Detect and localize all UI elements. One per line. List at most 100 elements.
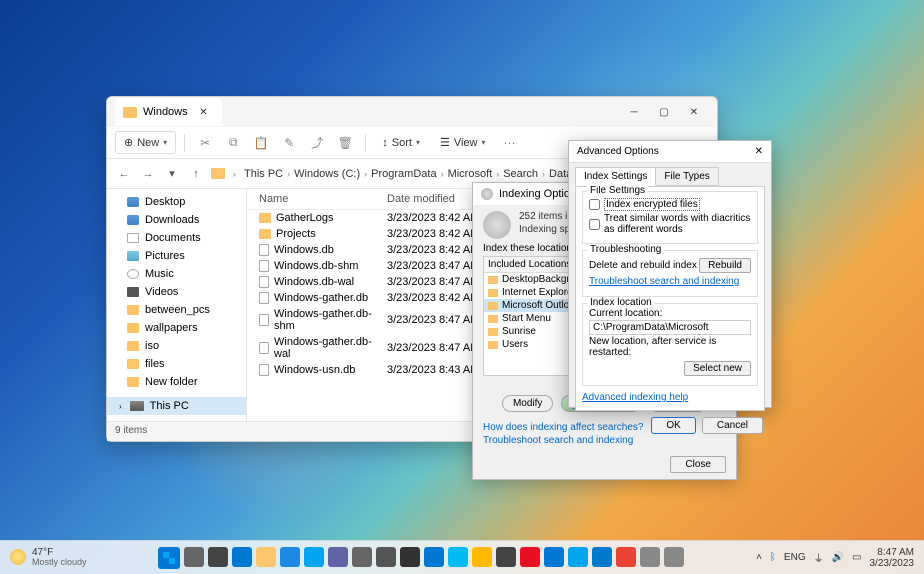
taskbar-store-icon[interactable] <box>304 547 324 567</box>
close-tab-button[interactable]: ✕ <box>194 102 214 122</box>
folder-icon <box>127 341 139 351</box>
close-button[interactable]: ✕ <box>679 102 709 122</box>
tab-file-types[interactable]: File Types <box>655 167 718 186</box>
taskbar-start-icon[interactable] <box>158 547 180 569</box>
tab-index-settings[interactable]: Index Settings <box>575 167 656 186</box>
up-button[interactable]: ↑ <box>187 165 205 183</box>
folder-icon <box>488 302 498 310</box>
troubleshooting-group: Troubleshooting Delete and rebuild index… <box>582 250 758 297</box>
sidebar-item-between-pcs[interactable]: between_pcs <box>107 301 246 319</box>
file-icon <box>259 276 269 288</box>
forward-button[interactable]: → <box>139 165 157 183</box>
weather-icon <box>10 549 26 565</box>
back-button[interactable]: ← <box>115 165 133 183</box>
sidebar-item-downloads[interactable]: Downloads <box>107 211 246 229</box>
cancel-button[interactable]: Cancel <box>702 417 763 434</box>
file-icon <box>259 314 269 326</box>
folder-icon <box>127 233 139 243</box>
index-location-group: Index location Current location: C:\Prog… <box>582 303 758 386</box>
rename-icon[interactable]: ✎ <box>281 135 297 151</box>
taskbar-edge-icon[interactable] <box>280 547 300 567</box>
sidebar-item-this-pc[interactable]: ›This PC <box>107 397 246 415</box>
battery-icon[interactable]: ▭ <box>852 552 861 563</box>
share-icon[interactable]: ⤴ <box>309 135 325 151</box>
sidebar-item-wallpapers[interactable]: wallpapers <box>107 319 246 337</box>
sort-button[interactable]: ↕ Sort ▾ <box>374 133 428 153</box>
view-button[interactable]: ☰ View ▾ <box>432 132 494 153</box>
system-tray[interactable]: ˄ ᛒ ENG ⏚ 🔊 ▭ 8:47 AM 3/23/2023 <box>746 547 924 569</box>
modify-button[interactable]: Modify <box>502 395 553 412</box>
ok-button[interactable]: OK <box>651 417 695 434</box>
delete-icon[interactable]: 🗑 <box>337 135 353 151</box>
sidebar-item-documents[interactable]: Documents <box>107 229 246 247</box>
sidebar-item-iso[interactable]: iso <box>107 337 246 355</box>
close-icon[interactable]: ✕ <box>755 146 763 157</box>
index-encrypted-checkbox[interactable] <box>589 199 600 210</box>
taskbar-terminal-icon[interactable] <box>400 547 420 567</box>
recent-button[interactable]: ▾ <box>163 165 181 183</box>
advanced-titlebar[interactable]: Advanced Options ✕ <box>569 141 771 163</box>
taskbar-chrome-icon[interactable] <box>616 547 636 567</box>
folder-icon <box>488 289 498 297</box>
taskbar-settings-icon[interactable] <box>352 547 372 567</box>
current-location-field: C:\ProgramData\Microsoft <box>589 320 751 335</box>
taskbar-app2-icon[interactable] <box>664 547 684 567</box>
taskbar-mail-icon[interactable] <box>424 547 444 567</box>
sidebar-item-files[interactable]: files <box>107 355 246 373</box>
taskbar-tasks-icon[interactable] <box>208 547 228 567</box>
sidebar-item-pictures[interactable]: Pictures <box>107 247 246 265</box>
taskbar-app1-icon[interactable] <box>640 547 660 567</box>
taskbar-search-icon[interactable] <box>184 547 204 567</box>
crumb-programdata[interactable]: ProgramData <box>371 168 436 180</box>
taskbar-teams-icon[interactable] <box>328 547 348 567</box>
explorer-tab[interactable]: Windows ✕ <box>115 98 222 126</box>
search-icon <box>481 188 493 200</box>
troubleshoot-search-link[interactable]: Troubleshoot search and indexing <box>589 276 751 287</box>
clock[interactable]: 8:47 AM 3/23/2023 <box>870 547 915 569</box>
crumb-windows--c--[interactable]: Windows (C:) <box>294 168 360 180</box>
explorer-titlebar[interactable]: Windows ✕ ─ ▢ ✕ <box>107 97 717 127</box>
folder-icon <box>127 269 139 279</box>
maximize-button[interactable]: ▢ <box>649 102 679 122</box>
taskbar-snip-icon[interactable] <box>520 547 540 567</box>
taskbar-calc-icon[interactable] <box>376 547 396 567</box>
language-indicator[interactable]: ENG <box>784 552 806 563</box>
taskbar-vscode-icon[interactable] <box>592 547 612 567</box>
wifi-icon[interactable]: ⏚ <box>814 550 824 565</box>
taskbar-photos-icon[interactable] <box>448 547 468 567</box>
folder-icon <box>488 276 498 284</box>
folder-icon <box>127 287 139 297</box>
sidebar-item-music[interactable]: Music <box>107 265 246 283</box>
crumb-this-pc[interactable]: This PC <box>244 168 283 180</box>
crumb-microsoft[interactable]: Microsoft <box>448 168 493 180</box>
sidebar-item-desktop[interactable]: Desktop <box>107 193 246 211</box>
minimize-button[interactable]: ─ <box>619 102 649 122</box>
taskbar-explorer-icon[interactable] <box>256 547 276 567</box>
folder-icon <box>127 197 139 207</box>
sidebar-item-new-folder[interactable]: New folder <box>107 373 246 391</box>
folder-icon <box>127 323 139 333</box>
taskbar-paint-icon[interactable] <box>544 547 564 567</box>
taskbar-clock-icon[interactable] <box>496 547 516 567</box>
crumb-search[interactable]: Search <box>503 168 538 180</box>
diacritics-checkbox[interactable] <box>589 219 600 230</box>
taskbar-cortana-icon[interactable] <box>568 547 588 567</box>
rebuild-button[interactable]: Rebuild <box>699 258 751 273</box>
new-button[interactable]: ⊕ New ▾ <box>115 131 176 154</box>
folder-icon <box>259 229 271 239</box>
sidebar-item-videos[interactable]: Videos <box>107 283 246 301</box>
close-button[interactable]: Close <box>670 456 726 473</box>
copy-icon[interactable]: ⧉ <box>225 135 241 151</box>
cut-icon[interactable]: ✂ <box>197 135 213 151</box>
advanced-help-link[interactable]: Advanced indexing help <box>582 392 758 403</box>
paste-icon[interactable]: 📋 <box>253 135 269 151</box>
taskbar-widgets-icon[interactable] <box>232 547 252 567</box>
taskbar-notes-icon[interactable] <box>472 547 492 567</box>
select-new-button[interactable]: Select new <box>684 361 751 376</box>
weather-widget[interactable]: 47°F Mostly cloudy <box>0 547 97 568</box>
volume-icon[interactable]: 🔊 <box>832 552 844 563</box>
file-icon <box>259 244 269 256</box>
bluetooth-icon[interactable]: ᛒ <box>770 552 776 563</box>
more-icon[interactable]: ⋯ <box>502 135 518 151</box>
chevron-up-icon[interactable]: ˄ <box>756 552 762 563</box>
